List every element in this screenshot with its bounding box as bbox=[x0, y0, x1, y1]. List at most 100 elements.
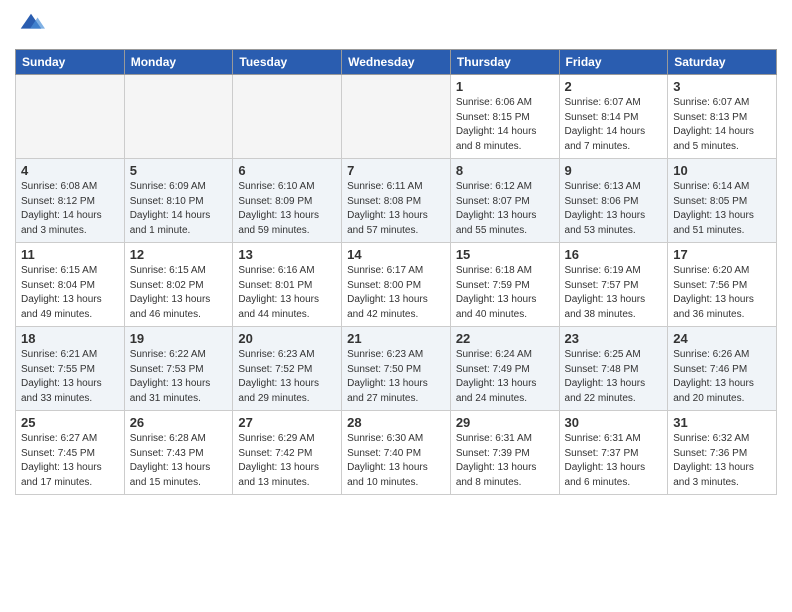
day-info: Sunrise: 6:11 AM Sunset: 8:08 PM Dayligh… bbox=[347, 180, 445, 238]
day-info: Sunrise: 6:21 AM Sunset: 7:55 PM Dayligh… bbox=[21, 348, 119, 406]
day-info: Sunrise: 6:15 AM Sunset: 8:04 PM Dayligh… bbox=[21, 264, 119, 322]
calendar-week-row: 4 Sunrise: 6:08 AM Sunset: 8:12 PM Daylig… bbox=[16, 159, 777, 243]
day-number: 12 bbox=[130, 247, 228, 262]
day-number: 7 bbox=[347, 163, 445, 178]
calendar-cell: 29 Sunrise: 6:31 AM Sunset: 7:39 PM Dayli… bbox=[450, 411, 559, 495]
calendar-cell: 16 Sunrise: 6:19 AM Sunset: 7:57 PM Dayli… bbox=[559, 243, 668, 327]
calendar-week-row: 1Sunrise: 6:06 AM Sunset: 8:15 PM Daylig… bbox=[16, 75, 777, 159]
calendar-cell: 18 Sunrise: 6:21 AM Sunset: 7:55 PM Dayli… bbox=[16, 327, 125, 411]
calendar-cell: 6 Sunrise: 6:10 AM Sunset: 8:09 PM Daylig… bbox=[233, 159, 342, 243]
calendar-week-row: 25Sunrise: 6:27 AM Sunset: 7:45 PM Dayli… bbox=[16, 411, 777, 495]
day-number: 18 bbox=[21, 331, 119, 346]
day-number: 13 bbox=[238, 247, 336, 262]
col-header-saturday: Saturday bbox=[668, 50, 777, 75]
col-header-tuesday: Tuesday bbox=[233, 50, 342, 75]
calendar-cell: 1Sunrise: 6:06 AM Sunset: 8:15 PM Daylig… bbox=[450, 75, 559, 159]
calendar-cell: 2Sunrise: 6:07 AM Sunset: 8:14 PM Daylig… bbox=[559, 75, 668, 159]
day-info: Sunrise: 6:09 AM Sunset: 8:10 PM Dayligh… bbox=[130, 180, 228, 238]
day-number: 21 bbox=[347, 331, 445, 346]
day-info: Sunrise: 6:32 AM Sunset: 7:36 PM Dayligh… bbox=[673, 432, 771, 490]
day-info: Sunrise: 6:23 AM Sunset: 7:52 PM Dayligh… bbox=[238, 348, 336, 406]
day-info: Sunrise: 6:25 AM Sunset: 7:48 PM Dayligh… bbox=[565, 348, 663, 406]
day-info: Sunrise: 6:06 AM Sunset: 8:15 PM Dayligh… bbox=[456, 96, 554, 154]
calendar-cell: 19Sunrise: 6:22 AM Sunset: 7:53 PM Dayli… bbox=[124, 327, 233, 411]
day-info: Sunrise: 6:24 AM Sunset: 7:49 PM Dayligh… bbox=[456, 348, 554, 406]
calendar-cell: 15 Sunrise: 6:18 AM Sunset: 7:59 PM Dayli… bbox=[450, 243, 559, 327]
calendar-cell: 22 Sunrise: 6:24 AM Sunset: 7:49 PM Dayli… bbox=[450, 327, 559, 411]
day-info: Sunrise: 6:10 AM Sunset: 8:09 PM Dayligh… bbox=[238, 180, 336, 238]
day-info: Sunrise: 6:22 AM Sunset: 7:53 PM Dayligh… bbox=[130, 348, 228, 406]
col-header-wednesday: Wednesday bbox=[342, 50, 451, 75]
day-number: 29 bbox=[456, 415, 554, 430]
calendar-cell: 7 Sunrise: 6:11 AM Sunset: 8:08 PM Daylig… bbox=[342, 159, 451, 243]
day-info: Sunrise: 6:31 AM Sunset: 7:39 PM Dayligh… bbox=[456, 432, 554, 490]
day-number: 15 bbox=[456, 247, 554, 262]
day-info: Sunrise: 6:28 AM Sunset: 7:43 PM Dayligh… bbox=[130, 432, 228, 490]
day-info: Sunrise: 6:14 AM Sunset: 8:05 PM Dayligh… bbox=[673, 180, 771, 238]
day-info: Sunrise: 6:12 AM Sunset: 8:07 PM Dayligh… bbox=[456, 180, 554, 238]
day-number: 17 bbox=[673, 247, 771, 262]
calendar-cell bbox=[342, 75, 451, 159]
calendar-cell: 17 Sunrise: 6:20 AM Sunset: 7:56 PM Dayli… bbox=[668, 243, 777, 327]
calendar-cell: 31Sunrise: 6:32 AM Sunset: 7:36 PM Dayli… bbox=[668, 411, 777, 495]
calendar-cell: 10 Sunrise: 6:14 AM Sunset: 8:05 PM Dayli… bbox=[668, 159, 777, 243]
day-info: Sunrise: 6:30 AM Sunset: 7:40 PM Dayligh… bbox=[347, 432, 445, 490]
day-number: 4 bbox=[21, 163, 119, 178]
calendar-cell: 24Sunrise: 6:26 AM Sunset: 7:46 PM Dayli… bbox=[668, 327, 777, 411]
calendar-cell bbox=[124, 75, 233, 159]
day-info: Sunrise: 6:16 AM Sunset: 8:01 PM Dayligh… bbox=[238, 264, 336, 322]
day-number: 8 bbox=[456, 163, 554, 178]
calendar-week-row: 18 Sunrise: 6:21 AM Sunset: 7:55 PM Dayli… bbox=[16, 327, 777, 411]
calendar-cell: 30 Sunrise: 6:31 AM Sunset: 7:37 PM Dayli… bbox=[559, 411, 668, 495]
calendar-cell: 21 Sunrise: 6:23 AM Sunset: 7:50 PM Dayli… bbox=[342, 327, 451, 411]
day-info: Sunrise: 6:31 AM Sunset: 7:37 PM Dayligh… bbox=[565, 432, 663, 490]
logo-icon bbox=[17, 10, 45, 38]
calendar-cell: 12Sunrise: 6:15 AM Sunset: 8:02 PM Dayli… bbox=[124, 243, 233, 327]
day-info: Sunrise: 6:13 AM Sunset: 8:06 PM Dayligh… bbox=[565, 180, 663, 238]
day-info: Sunrise: 6:26 AM Sunset: 7:46 PM Dayligh… bbox=[673, 348, 771, 406]
calendar-cell: 5 Sunrise: 6:09 AM Sunset: 8:10 PM Daylig… bbox=[124, 159, 233, 243]
day-info: Sunrise: 6:08 AM Sunset: 8:12 PM Dayligh… bbox=[21, 180, 119, 238]
day-number: 5 bbox=[130, 163, 228, 178]
day-info: Sunrise: 6:20 AM Sunset: 7:56 PM Dayligh… bbox=[673, 264, 771, 322]
day-number: 28 bbox=[347, 415, 445, 430]
calendar-cell: 14Sunrise: 6:17 AM Sunset: 8:00 PM Dayli… bbox=[342, 243, 451, 327]
calendar-header-row: SundayMondayTuesdayWednesdayThursdayFrid… bbox=[16, 50, 777, 75]
day-number: 25 bbox=[21, 415, 119, 430]
page-container: SundayMondayTuesdayWednesdayThursdayFrid… bbox=[0, 0, 792, 505]
day-number: 20 bbox=[238, 331, 336, 346]
day-number: 14 bbox=[347, 247, 445, 262]
calendar-cell: 27 Sunrise: 6:29 AM Sunset: 7:42 PM Dayli… bbox=[233, 411, 342, 495]
calendar-cell bbox=[16, 75, 125, 159]
day-number: 30 bbox=[565, 415, 663, 430]
day-number: 11 bbox=[21, 247, 119, 262]
calendar-cell: 25Sunrise: 6:27 AM Sunset: 7:45 PM Dayli… bbox=[16, 411, 125, 495]
col-header-friday: Friday bbox=[559, 50, 668, 75]
calendar-cell: 26Sunrise: 6:28 AM Sunset: 7:43 PM Dayli… bbox=[124, 411, 233, 495]
day-info: Sunrise: 6:07 AM Sunset: 8:13 PM Dayligh… bbox=[673, 96, 771, 154]
calendar-cell: 11 Sunrise: 6:15 AM Sunset: 8:04 PM Dayli… bbox=[16, 243, 125, 327]
calendar-cell: 8 Sunrise: 6:12 AM Sunset: 8:07 PM Daylig… bbox=[450, 159, 559, 243]
calendar-week-row: 11 Sunrise: 6:15 AM Sunset: 8:04 PM Dayli… bbox=[16, 243, 777, 327]
col-header-monday: Monday bbox=[124, 50, 233, 75]
day-number: 2 bbox=[565, 79, 663, 94]
col-header-thursday: Thursday bbox=[450, 50, 559, 75]
day-info: Sunrise: 6:23 AM Sunset: 7:50 PM Dayligh… bbox=[347, 348, 445, 406]
day-number: 27 bbox=[238, 415, 336, 430]
day-number: 10 bbox=[673, 163, 771, 178]
calendar-cell: 20 Sunrise: 6:23 AM Sunset: 7:52 PM Dayli… bbox=[233, 327, 342, 411]
day-info: Sunrise: 6:29 AM Sunset: 7:42 PM Dayligh… bbox=[238, 432, 336, 490]
logo bbox=[15, 10, 45, 43]
calendar-table: SundayMondayTuesdayWednesdayThursdayFrid… bbox=[15, 49, 777, 495]
day-info: Sunrise: 6:19 AM Sunset: 7:57 PM Dayligh… bbox=[565, 264, 663, 322]
calendar-cell: 3Sunrise: 6:07 AM Sunset: 8:13 PM Daylig… bbox=[668, 75, 777, 159]
day-number: 9 bbox=[565, 163, 663, 178]
calendar-cell: 4 Sunrise: 6:08 AM Sunset: 8:12 PM Daylig… bbox=[16, 159, 125, 243]
calendar-cell: 28 Sunrise: 6:30 AM Sunset: 7:40 PM Dayli… bbox=[342, 411, 451, 495]
day-info: Sunrise: 6:18 AM Sunset: 7:59 PM Dayligh… bbox=[456, 264, 554, 322]
day-number: 16 bbox=[565, 247, 663, 262]
day-number: 22 bbox=[456, 331, 554, 346]
day-number: 23 bbox=[565, 331, 663, 346]
day-number: 6 bbox=[238, 163, 336, 178]
calendar-cell bbox=[233, 75, 342, 159]
